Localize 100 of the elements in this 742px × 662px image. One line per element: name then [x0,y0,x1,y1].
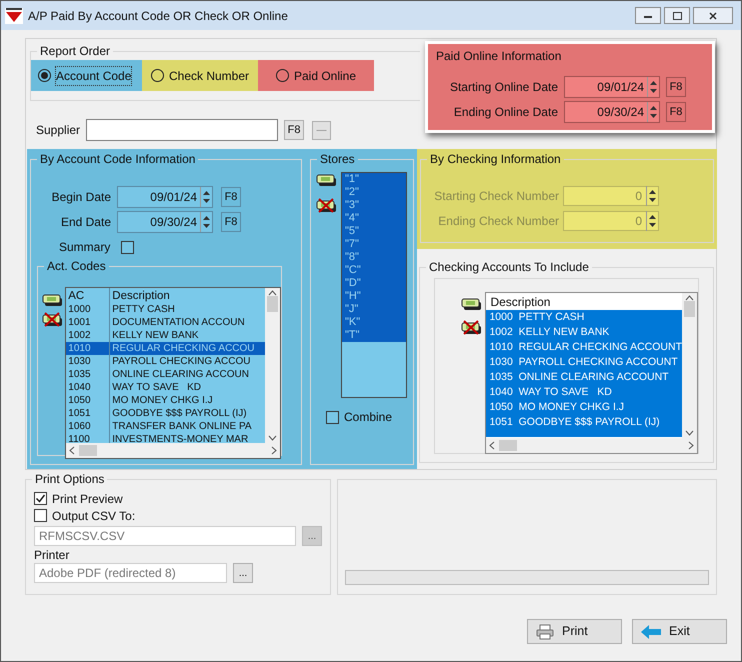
spin-buttons[interactable] [647,77,659,97]
scroll-right-icon[interactable] [688,441,694,450]
store-item[interactable]: "5" [342,225,406,238]
csv-path-field[interactable]: RFMSCSV.CSV [34,526,296,546]
print-button[interactable]: Print [527,619,622,644]
scroll-left-icon[interactable] [69,446,76,455]
close-icon [709,12,717,20]
date-field[interactable]: 09/01/24 [117,186,213,208]
minimize-button[interactable] [635,7,661,24]
checkbox[interactable] [34,492,47,505]
list-row[interactable]: 1035 ONLINE CLEARING ACCOUN [66,368,265,381]
horizontal-scrollbar[interactable] [486,438,697,453]
store-item[interactable]: "T" [342,329,406,342]
scroll-up-icon[interactable] [268,290,277,296]
scroll-thumb[interactable] [684,301,695,317]
cash-stack-crossed-icon[interactable] [316,198,338,214]
report-order-option[interactable]: Account Code [31,60,142,91]
list-row[interactable]: 1010 REGULAR CHECKING ACCOU [66,342,265,355]
spin-buttons[interactable] [646,186,658,206]
vertical-scrollbar[interactable] [265,288,280,443]
f8-button[interactable]: F8 [221,187,241,207]
group-title: Checking Accounts To Include [426,259,592,275]
cash-stack-icon[interactable] [42,292,64,308]
scroll-right-icon[interactable] [271,446,277,455]
browse-button[interactable]: ... [233,563,253,583]
exit-button[interactable]: Exit [632,619,727,644]
list-row[interactable]: 1060 TRANSFER BANK ONLINE PA [66,420,265,433]
column-header[interactable]: Description [110,288,170,303]
store-item[interactable]: "J" [342,303,406,316]
column-header[interactable]: AC [66,288,110,303]
scroll-down-icon[interactable] [685,430,694,436]
field-label: Begin Date [50,189,111,206]
combine-label: Combine [344,409,392,426]
up-down-arrows-icon[interactable] [650,79,657,95]
store-item[interactable]: "4" [342,212,406,225]
horizontal-scrollbar[interactable] [66,443,280,458]
up-down-arrows-icon[interactable] [203,214,210,230]
field-label: Starting Online Date [448,79,558,96]
date-field[interactable]: 09/01/24 [564,76,660,98]
scroll-thumb[interactable] [79,445,98,456]
cash-stack-crossed-icon[interactable] [42,312,64,328]
up-down-arrows-icon[interactable] [649,213,656,229]
store-item[interactable]: "2" [342,186,406,199]
spin-buttons[interactable] [200,212,212,232]
f8-button[interactable]: F8 [666,77,686,97]
scroll-thumb[interactable] [267,296,278,312]
spin-buttons[interactable] [646,211,658,231]
supplier-field[interactable] [86,119,278,141]
list-row[interactable]: 1001 DOCUMENTATION ACCOUN [66,316,265,329]
up-down-arrows-icon[interactable] [650,104,657,120]
radio-button[interactable] [38,69,51,82]
checkbox-label: Print Preview [52,490,123,508]
scroll-up-icon[interactable] [685,295,694,301]
list-row[interactable]: 1040 WAY TO SAVE KD [66,381,265,394]
left-arrow-icon [641,624,661,638]
f8-button[interactable]: F8 [666,102,686,122]
vertical-scrollbar[interactable] [682,293,697,438]
up-down-arrows-icon[interactable] [203,189,210,205]
cash-stack-icon[interactable] [316,172,338,188]
maximize-button[interactable] [664,7,690,24]
scroll-thumb[interactable] [499,440,518,451]
window-title: A/P Paid By Account Code OR Check OR Online [28,8,288,24]
f8-button[interactable]: F8 [221,212,241,232]
group-title: By Account Code Information [37,151,198,167]
radio-button[interactable] [150,69,164,82]
group-title: Report Order [37,43,114,59]
store-item[interactable]: "C" [342,264,406,277]
spin-buttons[interactable] [647,102,659,122]
radio-button[interactable] [276,69,289,82]
list-row[interactable]: 1000 PETTY CASH [66,303,265,316]
report-order-option[interactable]: Check Number [142,60,258,91]
checkbox[interactable] [121,240,134,254]
scroll-down-icon[interactable] [268,435,277,441]
f8-button[interactable]: F8 [284,120,304,140]
store-item[interactable]: "H" [342,290,406,303]
column-header[interactable]: Description [486,293,682,310]
store-item[interactable]: "D" [342,277,406,290]
date-field[interactable]: 09/30/24 [117,211,213,233]
cash-stack-icon[interactable] [461,296,483,312]
checkbox[interactable] [34,509,47,522]
list-row[interactable]: 1050 MO MONEY CHKG I.J [66,394,265,407]
store-item[interactable]: "7" [342,238,406,251]
summary-label: Summary [59,239,110,256]
spin-buttons[interactable] [200,187,212,207]
date-field[interactable]: 09/30/24 [564,101,660,123]
group-title: By Checking Information [427,151,564,167]
checkbox[interactable] [326,410,339,424]
report-order-option[interactable]: Paid Online [258,60,374,91]
store-item[interactable]: "K" [342,316,406,329]
list-row[interactable]: 1051 GOODBYE $$$ PAYROLL (IJ) [66,407,265,420]
printer-field[interactable]: Adobe PDF (redirected 8) [34,563,227,583]
close-button[interactable] [693,7,733,24]
store-item[interactable]: "1" [342,173,406,186]
cash-stack-crossed-icon[interactable] [461,320,483,336]
list-row[interactable]: 1030 PAYROLL CHECKING ACCOU [66,355,265,368]
browse-button[interactable]: ... [302,526,322,546]
scroll-left-icon[interactable] [489,441,496,450]
store-item[interactable]: "8" [342,251,406,264]
up-down-arrows-icon[interactable] [649,188,656,204]
store-item[interactable]: "3" [342,199,406,212]
